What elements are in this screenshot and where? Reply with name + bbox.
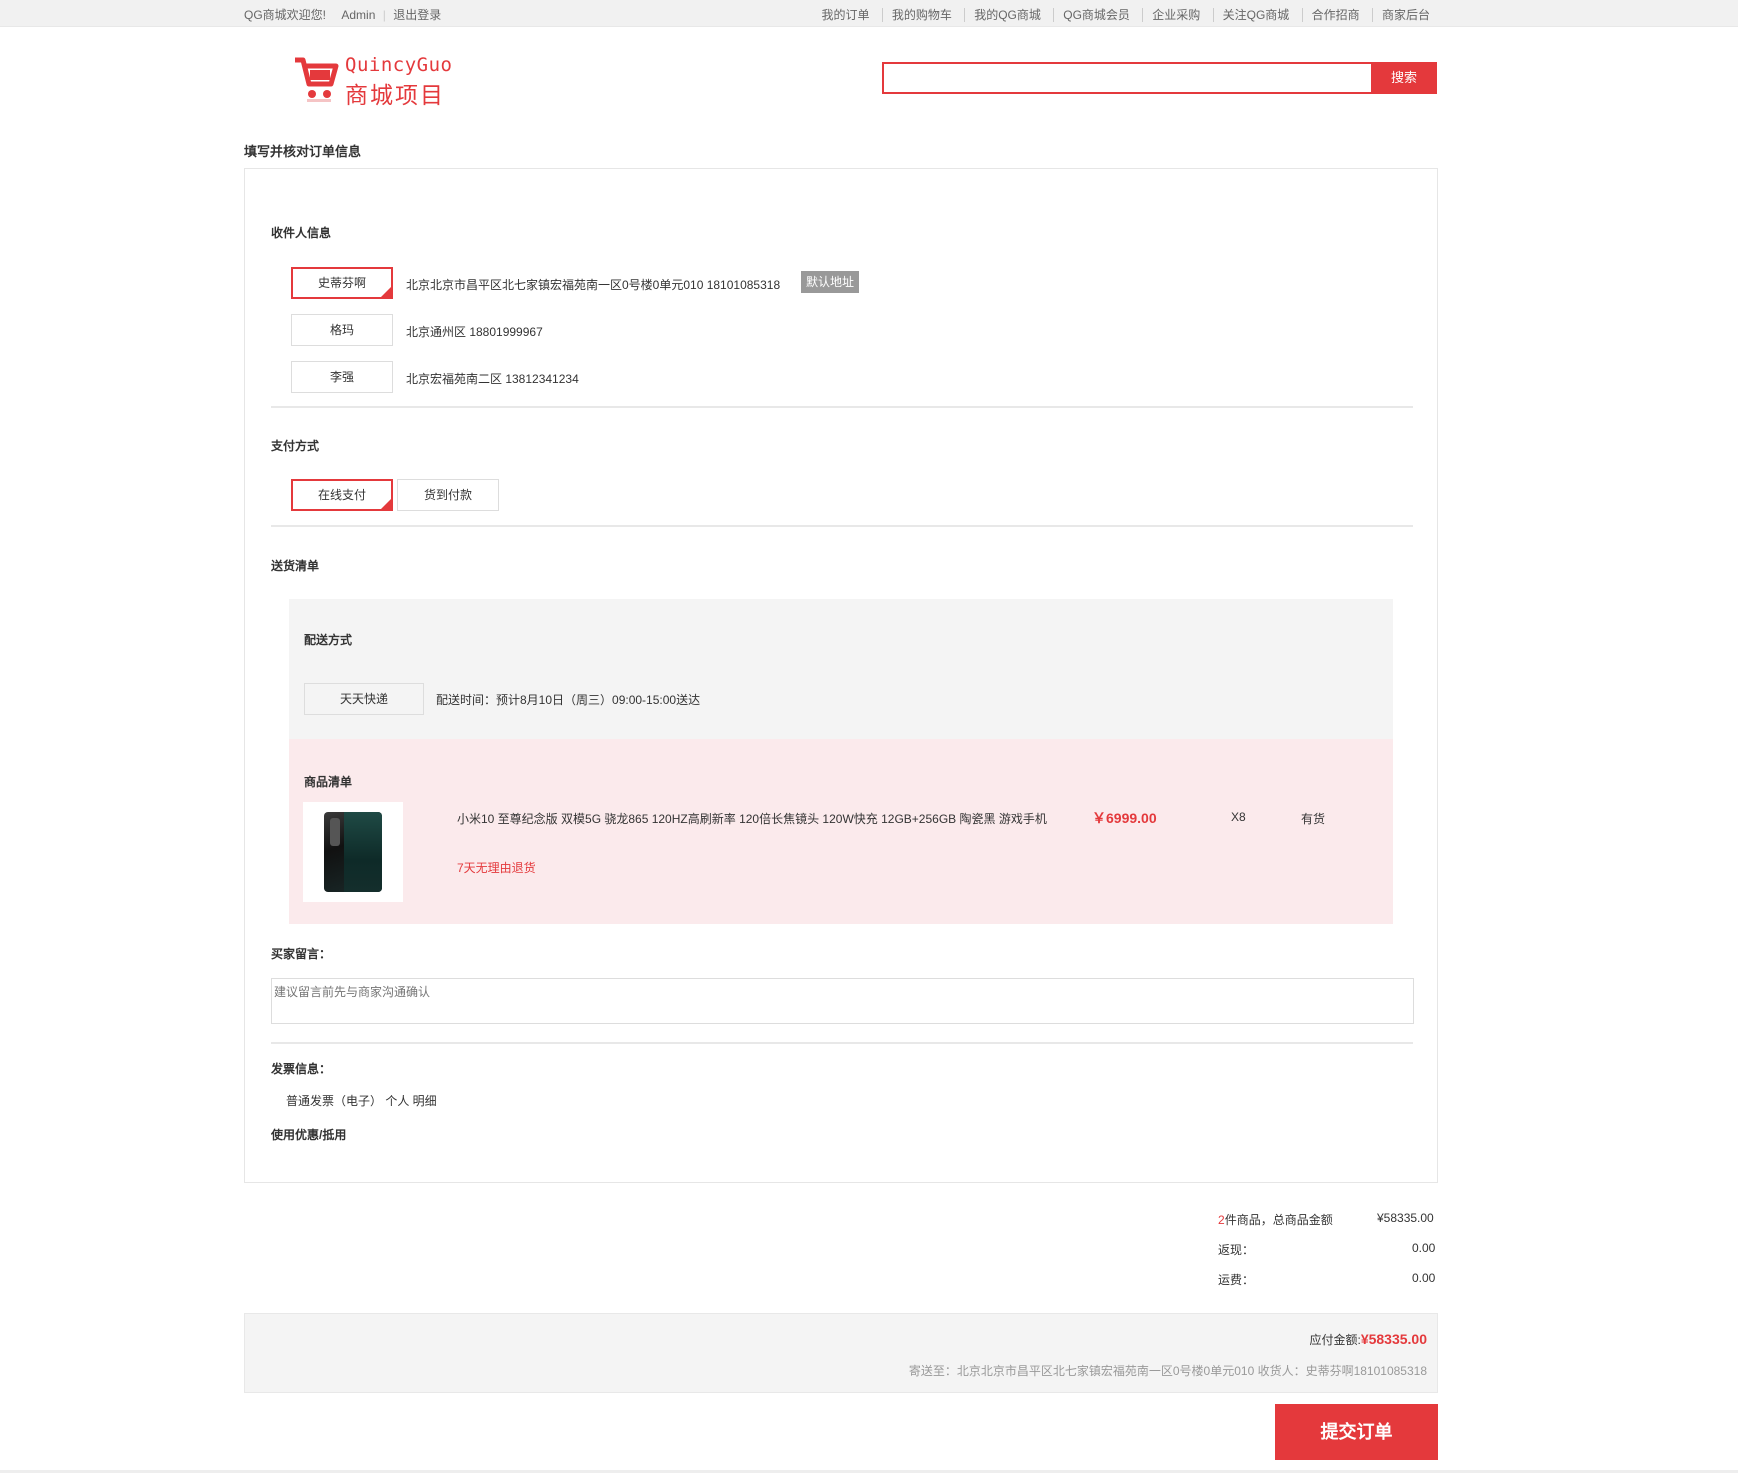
freight-label: 运费： [1218, 1273, 1255, 1287]
invoice-info[interactable]: 普通发票（电子） 个人 明细 [286, 1092, 437, 1109]
search-input[interactable] [882, 62, 1371, 94]
payable-amount-row: 应付金额:¥58335.00 [1309, 1331, 1427, 1348]
buyer-message-input[interactable] [271, 978, 1414, 1024]
nav-my-cart[interactable]: 我的购物车 [881, 8, 961, 22]
divider: | [382, 8, 386, 22]
submit-order-button[interactable]: 提交订单 [1275, 1404, 1438, 1460]
freight-value: 0.00 [1412, 1271, 1436, 1285]
logout-link[interactable]: 退出登录 [393, 8, 441, 22]
search-bar: 搜索 [882, 62, 1437, 94]
delivery-title: 送货清单 [271, 559, 320, 573]
payment-cod[interactable]: 货到付款 [397, 479, 499, 511]
payment-online[interactable]: 在线支付 [291, 479, 393, 511]
divider [271, 525, 1413, 527]
page-title: 填写并核对订单信息 [244, 144, 362, 159]
nav-my-orders[interactable]: 我的订单 [813, 8, 879, 22]
shopping-cart-icon [295, 57, 339, 102]
order-form: 收件人信息 史蒂芬啊 北京北京市昌平区北七家镇宏福苑南一区0号楼0单元010 1… [244, 168, 1438, 1183]
payment-title: 支付方式 [271, 439, 320, 453]
user-name-link[interactable]: Admin [341, 8, 375, 22]
address-text-2: 北京通州区 18801999967 [406, 325, 543, 339]
shipping-method-title: 配送方式 [304, 633, 353, 647]
goods-panel: 商品清单 小米10 至尊纪念版 双模5G 骁龙865 120HZ高刷新率 120… [289, 739, 1393, 924]
payable-label: 应付金额: [1309, 1333, 1361, 1347]
return-policy: 7天无理由退货 [457, 861, 536, 875]
cashback-value: 0.00 [1412, 1241, 1436, 1255]
divider [271, 1042, 1413, 1044]
goods-count: 2 [1218, 1213, 1225, 1227]
logo-text-en: QuincyGuo [345, 54, 453, 76]
receiver-title: 收件人信息 [271, 226, 332, 240]
product-name[interactable]: 小米10 至尊纪念版 双模5G 骁龙865 120HZ高刷新率 120倍长焦镜头… [457, 810, 1047, 827]
nav-seller[interactable]: 商家后台 [1371, 8, 1439, 22]
invoice-title: 发票信息： [271, 1062, 332, 1076]
welcome-area: QG商城欢迎您! Admin | 退出登录 [244, 6, 453, 23]
cashback-label: 返现： [1218, 1243, 1255, 1257]
nav-partner[interactable]: 合作招商 [1301, 8, 1369, 22]
shipping-panel: 配送方式 天天快递 配送时间：预计8月10日（周三）09:00-15:00送达 [289, 599, 1393, 739]
phone-image [324, 812, 382, 892]
payment-summary: 应付金额:¥58335.00 寄送至：北京北京市昌平区北七家镇宏福苑南一区0号楼… [244, 1313, 1438, 1393]
welcome-text: QG商城欢迎您! [244, 8, 327, 22]
address-option-2[interactable]: 格玛 [291, 314, 393, 346]
default-address-badge[interactable]: 默认地址 [801, 271, 860, 293]
product-image[interactable] [303, 802, 403, 902]
goods-count-label: 2件商品，总商品金额 [1218, 1213, 1333, 1227]
payable-amount: ¥58335.00 [1360, 1331, 1427, 1347]
top-bar: QG商城欢迎您! Admin | 退出登录 我的订单 我的购物车 我的QG商城 … [0, 0, 1738, 27]
stock-status: 有货 [1301, 812, 1326, 826]
search-button[interactable]: 搜索 [1371, 62, 1437, 94]
product-price: ￥6999.00 [1092, 810, 1157, 826]
address-text-1: 北京北京市昌平区北七家镇宏福苑南一区0号楼0单元010 18101085318 [406, 278, 781, 292]
ship-to-address: 寄送至：北京北京市昌平区北七家镇宏福苑南一区0号楼0单元010 收货人：史蒂芬啊… [908, 1364, 1427, 1378]
goods-total: ¥58335.00 [1377, 1211, 1434, 1225]
logo-text-cn: 商城项目 [345, 82, 445, 108]
logo[interactable]: QuincyGuo 商城项目 [293, 52, 463, 108]
product-quantity: X8 [1231, 810, 1246, 824]
buyer-message-title: 买家留言： [271, 947, 332, 961]
shipping-method-option[interactable]: 天天快递 [304, 683, 424, 715]
address-text-3: 北京宏福苑南二区 13812341234 [406, 372, 579, 386]
address-option-1[interactable]: 史蒂芬啊 [291, 267, 393, 299]
coupon-title[interactable]: 使用优惠/抵用 [271, 1126, 346, 1143]
nav-follow[interactable]: 关注QG商城 [1212, 8, 1299, 22]
goods-list-title: 商品清单 [304, 775, 353, 789]
divider [271, 406, 1413, 408]
delivery-time: 配送时间：预计8月10日（周三）09:00-15:00送达 [436, 693, 701, 707]
nav-my-qg[interactable]: 我的QG商城 [964, 8, 1050, 22]
top-nav: 我的订单 我的购物车 我的QG商城 QG商城会员 企业采购 关注QG商城 合作招… [813, 6, 1439, 23]
nav-qg-member[interactable]: QG商城会员 [1053, 8, 1139, 22]
nav-enterprise[interactable]: 企业采购 [1142, 8, 1210, 22]
address-option-3[interactable]: 李强 [291, 361, 393, 393]
